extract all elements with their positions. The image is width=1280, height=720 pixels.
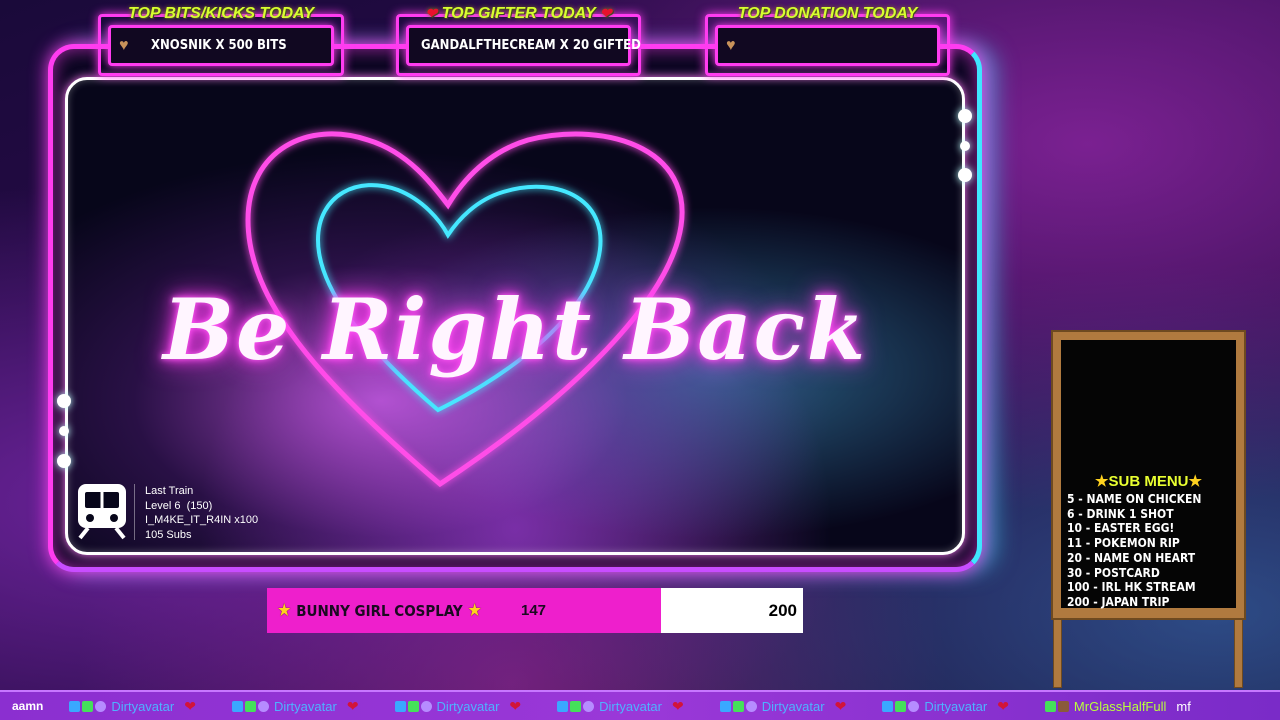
sub-goal-label: ★ BUNNY GIRL COSPLAY ★ — [277, 588, 482, 633]
ticker-item: Dirtyavatar ❤ — [557, 698, 684, 715]
frame-dot — [57, 454, 71, 468]
ticker-username: Dirtyavatar — [436, 698, 500, 714]
top-donation-box: TOP DONATION TODAY ♥ — [705, 5, 950, 76]
badge-icon — [69, 700, 81, 712]
be-right-back-headline: Be Right Back — [162, 280, 868, 379]
heart-bronze-icon: ♥ — [119, 36, 129, 54]
ticker-username: Dirtyavatar — [273, 698, 337, 714]
ticker-message: ❤ — [997, 697, 1009, 714]
top-gifter-title-row: ❤ TOP GIFTER TODAY ❤ — [399, 5, 638, 23]
frame-dot — [960, 141, 970, 151]
heart-red-icon: ❤ — [425, 5, 438, 21]
user-badges — [231, 700, 269, 712]
top-donation-title: TOP DONATION TODAY — [737, 5, 918, 22]
sub-menu-title-row: ★SUB MENU★ — [1061, 472, 1236, 490]
sub-menu-item: 5 - NAME ON CHICKEN — [1067, 492, 1202, 506]
top-bits-value: XNOSNIK X 500 BITS — [151, 38, 287, 53]
last-train-user: I_M4KE_IT_R4IN x100 — [145, 514, 259, 526]
badge-icon — [231, 700, 243, 712]
top-gifter-box: ❤ TOP GIFTER TODAY ❤ GANDALFTHECREAM X 2… — [396, 5, 641, 76]
ticker-username: Dirtyavatar — [761, 698, 825, 714]
user-badges — [394, 700, 432, 712]
top-gifter-value: GANDALFTHECREAM X 20 GIFTED — [421, 38, 641, 53]
badge-icon — [82, 700, 94, 712]
ticker-lead-text: aamn — [12, 699, 44, 713]
sub-menu-item: 6 - DRINK 1 SHOT — [1067, 506, 1174, 521]
train-divider — [134, 484, 135, 540]
sub-menu-title: SUB MENU — [1108, 473, 1189, 490]
user-badges — [719, 700, 757, 712]
sub-menu-item: 20 - NAME ON HEART — [1067, 550, 1196, 565]
star-icon: ★ — [467, 600, 482, 621]
top-bits-box: TOP BITS/KICKS TODAY ♥ XNOSNIK X 500 BIT… — [98, 5, 344, 76]
badge-icon — [557, 700, 569, 712]
ticker-message: ❤ — [672, 697, 684, 714]
badge-icon — [257, 700, 269, 712]
sub-menu-item: 200 - JAPAN TRIP — [1067, 594, 1170, 609]
ticker-item: Dirtyavatar ❤ — [394, 697, 522, 715]
badge-icon — [908, 700, 920, 712]
sub-goal-target: 200 — [768, 601, 797, 620]
frame-dot — [958, 109, 972, 123]
sub-menu-item: 10 - EASTER EGG! — [1067, 521, 1175, 536]
badge-icon — [882, 700, 894, 712]
frame-dot — [59, 426, 69, 436]
ticker-item: MrGlassHalfFull mf — [1044, 698, 1191, 714]
sub-menu-list: 5 - NAME ON CHICKEN 6 - DRINK 1 SHOT 10 … — [1067, 492, 1234, 610]
badge-icon — [394, 700, 406, 712]
last-train-level: Level 6 (150) — [145, 499, 213, 512]
ticker-item: Dirtyavatar ❤ — [231, 697, 359, 715]
frame-dot — [57, 394, 71, 408]
badge-icon — [732, 700, 744, 712]
ticker-message: ❤ — [509, 697, 522, 714]
ticker-username: Dirtyavatar — [599, 698, 662, 714]
heart-bronze-icon: ♥ — [726, 36, 736, 54]
badge-icon — [244, 700, 256, 712]
badge-icon — [407, 700, 419, 712]
sub-goal-text: BUNNY GIRL COSPLAY — [296, 602, 463, 620]
train-icon — [78, 484, 126, 540]
badge-icon — [719, 700, 731, 712]
ticker-item: Dirtyavatar ❤ — [882, 698, 1009, 715]
ticker-username: Dirtyavatar — [924, 698, 988, 714]
ticker-item: Dirtyavatar ❤ — [69, 698, 196, 715]
chalkboard: ★SUB MENU★ 5 - NAME ON CHICKEN 6 - DRINK… — [1061, 340, 1236, 610]
user-badges — [69, 700, 107, 712]
chat-ticker: aamn Dirtyavatar ❤ Dirtyavatar ❤ Dirtyav… — [0, 690, 1280, 720]
ticker-message: ❤ — [184, 697, 196, 714]
sub-menu-board: ★SUB MENU★ 5 - NAME ON CHICKEN 6 - DRINK… — [1051, 330, 1246, 620]
ticker-item: Dirtyavatar ❤ — [719, 697, 847, 715]
star-icon: ★ — [277, 600, 292, 621]
sub-menu-item: 100 - IRL HK STREAM — [1067, 580, 1196, 595]
ticker-message: ❤ — [834, 697, 847, 714]
badge-icon — [1057, 700, 1069, 712]
ticker-message: ❤ — [346, 697, 359, 714]
user-badges — [557, 700, 595, 712]
badge-icon — [1044, 700, 1056, 712]
last-train-info: Last Train Level 6 (150) I_M4KE_IT_R4IN … — [145, 484, 258, 542]
user-badges — [882, 700, 920, 712]
badge-icon — [583, 700, 595, 712]
badge-icon — [745, 700, 757, 712]
ticker-username: Dirtyavatar — [111, 698, 175, 714]
badge-icon — [95, 700, 107, 712]
top-bits-title: TOP BITS/KICKS TODAY — [127, 5, 315, 22]
ticker-username: MrGlassHalfFull — [1073, 698, 1167, 714]
badge-icon — [570, 700, 582, 712]
last-train-subs: 105 Subs — [145, 528, 192, 541]
last-train-title: Last Train — [145, 485, 194, 497]
star-icon: ★ — [1095, 473, 1109, 490]
sub-menu-item: 11 - POKEMON RIP — [1067, 536, 1180, 551]
sub-menu-item: 30 - POSTCARD — [1067, 565, 1160, 580]
user-badges — [1044, 700, 1069, 712]
badge-icon — [895, 700, 907, 712]
frame-dot — [958, 168, 972, 182]
heart-red-icon: ❤ — [599, 5, 612, 21]
sub-goal-current: 147 — [521, 602, 547, 619]
ticker-message: mf — [1176, 698, 1191, 714]
top-gifter-title: TOP GIFTER TODAY — [441, 5, 596, 22]
star-icon: ★ — [1188, 473, 1202, 490]
badge-icon — [420, 700, 432, 712]
sub-goal-bar: ★ BUNNY GIRL COSPLAY ★ 147 200 — [267, 588, 803, 633]
